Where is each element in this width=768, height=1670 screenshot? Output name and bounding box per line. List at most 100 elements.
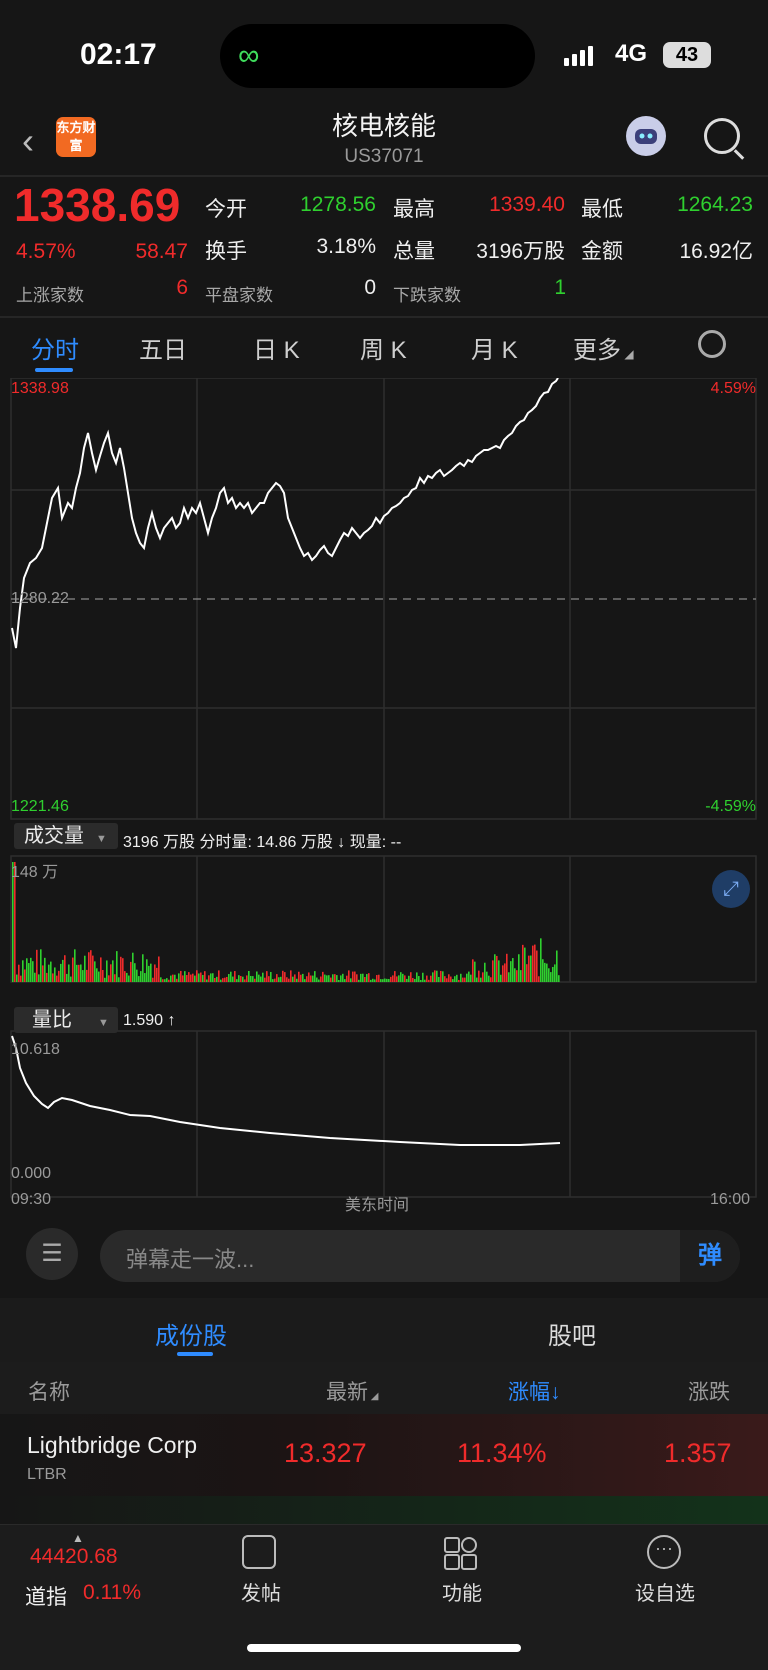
volume-bar	[430, 975, 432, 982]
tab-more[interactable]: 更多 ◢	[573, 330, 634, 365]
volume-bar	[230, 971, 232, 982]
table-row[interactable]: Lightbridge Corp LTBR 13.327 11.34% 1.35…	[0, 1414, 768, 1496]
turnover-label: 换手	[205, 240, 247, 263]
volume-bar	[60, 963, 62, 982]
volume-bar	[454, 976, 456, 982]
volume-bar	[212, 973, 214, 982]
volume-bar	[216, 976, 218, 982]
volume-bar	[336, 975, 338, 982]
col-last-label: 最新	[326, 1381, 368, 1404]
volume-bar	[320, 976, 322, 982]
volume-bar	[186, 975, 188, 982]
danmaku-button[interactable]: 弹	[680, 1230, 740, 1282]
volume-bar	[306, 976, 308, 982]
volume-info: 3196 万股 分时量: 14.86 万股 ↓ 现量: --	[123, 834, 402, 851]
volume-bar	[72, 957, 74, 982]
volume-bar	[552, 966, 554, 982]
volume-bar	[180, 970, 182, 982]
volume-bar	[310, 975, 312, 982]
col-chg[interactable]: 涨跌	[688, 1376, 768, 1406]
volume-bar	[152, 977, 154, 982]
time-axis-end: 16:00	[710, 1191, 751, 1208]
intraday-chart[interactable]	[0, 378, 768, 1213]
volume-bar	[198, 973, 200, 982]
volume-bar	[450, 976, 452, 982]
robot-assistant-icon[interactable]	[626, 116, 666, 156]
index-pct[interactable]: 0.11%	[83, 1581, 141, 1605]
col-last[interactable]: 最新 ◢	[326, 1376, 378, 1406]
grid-icon	[442, 1535, 477, 1570]
volume-bar	[90, 950, 92, 982]
volume-bar	[490, 977, 492, 982]
ratio-indicator-select[interactable]: 量比 ▼	[14, 1007, 118, 1033]
volume-bar	[538, 976, 540, 982]
volume-bar	[232, 976, 234, 982]
volume-indicator-select[interactable]: 成交量 ▼	[14, 823, 118, 849]
ratio-axis-bottom: 0.000	[11, 1165, 52, 1182]
volume-bar	[220, 979, 222, 982]
status-time: 02:17	[80, 38, 157, 71]
volume-bar	[214, 977, 216, 982]
volume-bar	[270, 971, 272, 982]
volume-bar	[136, 969, 138, 982]
volume-bar	[492, 960, 494, 982]
volume-bar	[468, 971, 470, 982]
volume-bar	[334, 974, 336, 982]
home-indicator[interactable]	[247, 1644, 521, 1652]
expand-icon[interactable]: ⤢	[712, 870, 750, 908]
link-icon: ∞	[238, 39, 260, 72]
volume-bar	[386, 978, 388, 982]
search-icon[interactable]	[704, 118, 740, 154]
volume-bar	[24, 969, 26, 982]
volume-bar	[488, 975, 490, 982]
index-name[interactable]: 道指	[25, 1581, 67, 1611]
stock-pct: 11.34%	[457, 1438, 547, 1468]
tab-week-k[interactable]: 周 K	[360, 330, 407, 365]
volume-bar	[32, 961, 34, 982]
volume-bar	[278, 977, 280, 982]
settings-gear-icon[interactable]	[698, 330, 726, 358]
volume-bar	[92, 955, 94, 982]
index-value[interactable]: 44420.68	[30, 1545, 118, 1569]
volume-bar	[424, 979, 426, 982]
volume-bar	[368, 973, 370, 982]
tab-intraday[interactable]: 分时	[31, 330, 79, 365]
volume-select-label: 成交量	[24, 825, 84, 847]
add-watchlist-button[interactable]: ··· 设自选	[635, 1535, 695, 1606]
table-header: 名称 最新 ◢ 涨幅↓ 涨跌	[0, 1362, 768, 1414]
volume-bar	[372, 978, 374, 982]
post-button[interactable]: 发帖	[241, 1535, 281, 1606]
volume-bar	[34, 972, 36, 982]
volume-bar	[494, 954, 496, 982]
volume-bar	[194, 975, 196, 982]
volume-bar	[542, 959, 544, 982]
volume-bar	[112, 960, 114, 982]
col-pct[interactable]: 涨幅↓	[508, 1376, 561, 1406]
volume-bar	[202, 974, 204, 982]
volume-bar	[222, 978, 224, 982]
tab-forum[interactable]: 股吧	[548, 1316, 596, 1351]
volume-bar	[432, 972, 434, 982]
tab-five-day[interactable]: 五日	[139, 330, 187, 365]
volume-bar	[556, 950, 558, 982]
volume-bar	[464, 977, 466, 982]
tab-month-k[interactable]: 月 K	[471, 330, 518, 365]
stock-code: LTBR	[27, 1466, 67, 1483]
volume-bar	[404, 975, 406, 982]
comment-settings-icon[interactable]: ☰	[26, 1228, 78, 1280]
volume-bar	[478, 970, 480, 982]
tab-constituents[interactable]: 成份股	[155, 1316, 227, 1351]
functions-button[interactable]: 功能	[442, 1535, 482, 1606]
volume-bar	[292, 976, 294, 982]
down-count: 1	[554, 276, 566, 299]
tab-day-k[interactable]: 日 K	[253, 330, 300, 365]
volume-bar	[550, 972, 552, 982]
volume-bar	[414, 978, 416, 982]
volume-bar	[142, 954, 144, 982]
table-row-partial[interactable]	[0, 1496, 768, 1526]
open-label: 今开	[205, 198, 247, 221]
volume-bar	[412, 977, 414, 982]
col-name[interactable]: 名称	[28, 1376, 70, 1406]
danmaku-placeholder: 弹幕走一波...	[126, 1247, 255, 1272]
volume-bar	[316, 977, 318, 982]
